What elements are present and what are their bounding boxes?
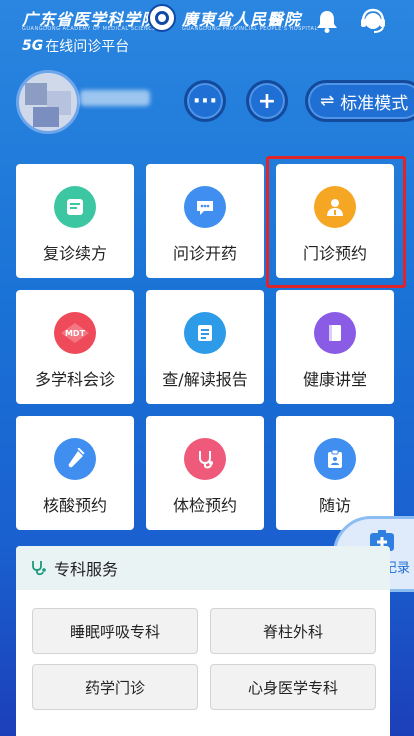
- switch-icon: ⇌: [320, 91, 335, 111]
- mode-label: 标准模式: [340, 93, 409, 114]
- standard-mode-button[interactable]: ⇌ 标准模式: [305, 80, 414, 122]
- tile-label: 核酸预约: [42, 496, 107, 515]
- specialty-services-panel: 专科服务 睡眠呼吸专科 脊柱外科 药学门诊 心身医学专科: [16, 546, 390, 736]
- report-icon: [184, 312, 226, 354]
- selection-highlight: [266, 156, 406, 288]
- tile-physical-exam-appointment[interactable]: 体检预约: [146, 416, 264, 530]
- stethoscope-icon: [184, 438, 226, 480]
- book-icon: [314, 312, 356, 354]
- hospital-logo-subtext: GUANGDONG PROVINCIAL PEOPLE'S HOSPITAL: [182, 26, 318, 32]
- tile-consult-medicine[interactable]: 问诊开药: [146, 164, 264, 278]
- tile-label: 多学科会诊: [34, 370, 115, 389]
- chat-medicine-icon: [184, 186, 226, 228]
- user-name-blurred: [80, 90, 150, 106]
- specialty-pharmacy-clinic[interactable]: 药学门诊: [32, 664, 198, 710]
- academy-logo-subtext: GUANGDONG ACADEMY OF MEDICAL SCIENCES: [22, 26, 160, 32]
- bell-icon[interactable]: [314, 8, 340, 34]
- stethoscope-icon: [32, 561, 46, 576]
- tile-label: 复诊续方: [42, 244, 107, 263]
- tile-label: 查/解读报告: [162, 370, 248, 389]
- clipboard-icon: [314, 438, 356, 480]
- tile-label: 随访: [318, 496, 351, 515]
- mdt-icon: MDT: [54, 312, 96, 354]
- specialty-spine-surgery[interactable]: 脊柱外科: [210, 608, 376, 654]
- tile-mdt-consultation[interactable]: MDT 多学科会诊: [16, 290, 134, 404]
- add-button[interactable]: +: [246, 80, 288, 122]
- tile-label: 健康讲堂: [302, 370, 367, 389]
- svg-text:MDT: MDT: [65, 329, 86, 338]
- tile-label: 体检预约: [172, 496, 237, 515]
- specialty-sleep-respiratory[interactable]: 睡眠呼吸专科: [32, 608, 198, 654]
- tile-health-lecture[interactable]: 健康讲堂: [276, 290, 394, 404]
- platform-title: 5G 在线问诊平台: [22, 36, 129, 56]
- more-button[interactable]: ···: [184, 80, 226, 122]
- customer-service-icon[interactable]: [358, 6, 388, 36]
- test-tube-icon: [54, 438, 96, 480]
- hospital-emblem-icon: [148, 4, 176, 32]
- tile-label: 问诊开药: [172, 244, 237, 263]
- header: 广东省医学科学院 GUANGDONG ACADEMY OF MEDICAL SC…: [0, 0, 414, 64]
- 5g-badge: 5G: [22, 38, 44, 54]
- profile-bar: ··· + ⇌ 标准模式: [0, 70, 414, 140]
- tile-nucleic-acid-appointment[interactable]: 核酸预约: [16, 416, 134, 530]
- specialty-psychosomatic-medicine[interactable]: 心身医学专科: [210, 664, 376, 710]
- tile-follow-up-prescription[interactable]: 复诊续方: [16, 164, 134, 278]
- avatar[interactable]: [16, 70, 80, 134]
- prescription-icon: [54, 186, 96, 228]
- specialty-title: 专科服务: [54, 560, 119, 579]
- tile-follow-up-visit[interactable]: 随访: [276, 416, 394, 530]
- platform-title-text: 在线问诊平台: [45, 39, 130, 55]
- tile-report-reading[interactable]: 查/解读报告: [146, 290, 264, 404]
- specialty-header: 专科服务: [16, 546, 390, 590]
